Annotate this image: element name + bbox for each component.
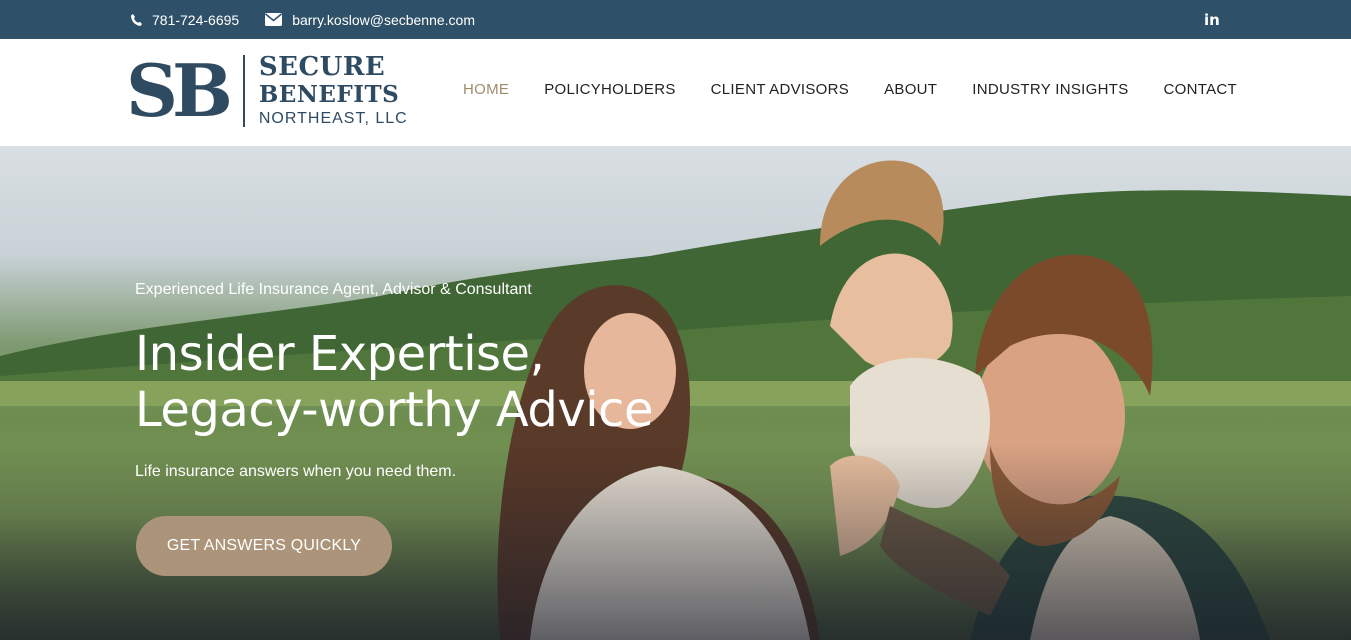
hero-headline-line-1: Insider Expertise, xyxy=(135,326,545,382)
nav-about[interactable]: ABOUT xyxy=(884,81,937,98)
email-link[interactable]: barry.koslow@secbenne.com xyxy=(265,12,475,28)
logo-line-1: SECURE xyxy=(258,52,386,82)
linkedin-icon[interactable]: in xyxy=(1204,11,1222,29)
logo-divider xyxy=(242,55,245,127)
hero-headline-line-2: Legacy-worthy Advice xyxy=(135,382,653,438)
envelope-icon xyxy=(265,13,283,26)
get-answers-button[interactable]: GET ANSWERS QUICKLY xyxy=(136,516,392,576)
phone-link[interactable]: 781-724-6695 xyxy=(130,12,239,28)
phone-icon xyxy=(131,13,142,26)
logo-wordmark: SECURE BENEFITS NORTHEAST, LLC xyxy=(259,54,408,128)
email-address: barry.koslow@secbenne.com xyxy=(292,11,475,28)
logo-monogram: SB xyxy=(126,48,233,133)
site-header: SB SECURE BENEFITS NORTHEAST, LLC HOME P… xyxy=(0,39,1351,146)
hero-eyebrow: Experienced Life Insurance Agent, Adviso… xyxy=(135,281,532,298)
hero-subtext: Life insurance answers when you need the… xyxy=(135,463,457,480)
logo-line-3: NORTHEAST, LLC xyxy=(258,110,408,127)
logo-line-2: BENEFITS xyxy=(258,81,400,108)
nav-client-advisors[interactable]: CLIENT ADVISORS xyxy=(711,81,849,98)
site-logo[interactable]: SB SECURE BENEFITS NORTHEAST, LLC xyxy=(126,51,408,131)
nav-industry-insights[interactable]: INDUSTRY INSIGHTS xyxy=(972,81,1128,98)
nav-home[interactable]: HOME xyxy=(463,81,509,98)
phone-number: 781-724-6695 xyxy=(152,11,240,28)
nav-policyholders[interactable]: POLICYHOLDERS xyxy=(544,81,675,98)
contact-info: 781-724-6695 barry.koslow@secbenne.com xyxy=(130,0,501,39)
nav-contact[interactable]: CONTACT xyxy=(1164,81,1237,98)
main-nav: HOME POLICYHOLDERS CLIENT ADVISORS ABOUT… xyxy=(463,39,1237,139)
top-contact-bar: 781-724-6695 barry.koslow@secbenne.com i… xyxy=(0,0,1351,39)
hero-section: Experienced Life Insurance Agent, Adviso… xyxy=(0,146,1351,640)
hero-headline: Insider Expertise, Legacy-worthy Advice xyxy=(135,326,653,438)
